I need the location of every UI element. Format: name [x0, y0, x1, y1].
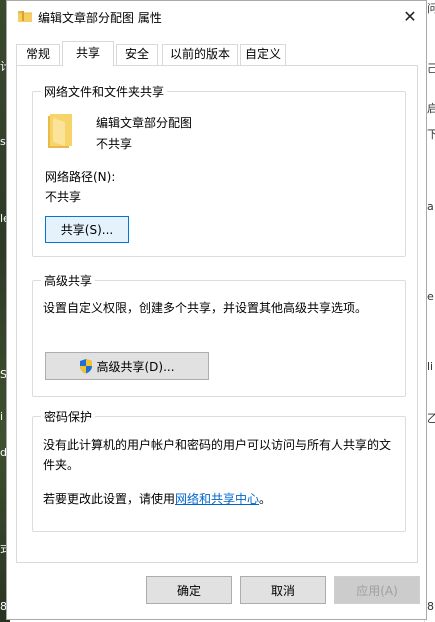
- network-path-value: 不共享: [45, 190, 82, 204]
- group-title: 网络文件和文件夹共享: [41, 83, 168, 100]
- tab-label: 共享: [75, 46, 100, 60]
- group-title: 高级共享: [41, 272, 96, 289]
- password-protection-group: 密码保护 没有此计算机的用户帐户和密码的用户可以访问与所有人共享的文件夹。 若要…: [32, 408, 406, 532]
- advanced-sharing-button-label: 高级共享(D)...: [96, 359, 175, 374]
- ok-button-label: 确定: [176, 583, 201, 598]
- network-path-label: 网络路径(N):: [45, 170, 116, 184]
- tab-general[interactable]: 常规: [16, 44, 60, 65]
- hint-suffix: 。: [259, 492, 272, 506]
- advanced-sharing-group: 高级共享 设置自定义权限，创建多个共享，并设置其他高级共享选项。 高级共享(D)…: [32, 272, 406, 397]
- share-button[interactable]: 共享(S)...: [45, 216, 129, 243]
- tab-label: 常规: [25, 47, 50, 61]
- tab-customize[interactable]: 自定义: [240, 44, 286, 65]
- tab-previous-versions[interactable]: 以前的版本: [162, 44, 238, 65]
- advanced-sharing-description: 设置自定义权限，创建多个共享，并设置其他高级共享选项。: [43, 301, 368, 315]
- tab-security[interactable]: 安全: [116, 44, 158, 65]
- network-sharing-center-link[interactable]: 网络和共享中心: [175, 492, 259, 506]
- ok-button[interactable]: 确定: [146, 576, 232, 604]
- group-title: 密码保护: [41, 408, 96, 425]
- cancel-button[interactable]: 取消: [240, 576, 326, 604]
- tab-label: 安全: [124, 47, 149, 61]
- share-status: 不共享: [96, 137, 133, 151]
- edge-text: e: [427, 290, 434, 303]
- close-button[interactable]: ✕: [394, 1, 426, 32]
- sharing-tab-panel: 网络文件和文件夹共享 编辑文章部分配图 不共享 网络路径(N): 不共享 共享(…: [16, 65, 418, 563]
- properties-dialog: 编辑文章部分配图 属性 ✕ 常规 共享 安全 以前的版本 自定义 网络文件和文件…: [6, 0, 427, 620]
- folder-icon: [45, 112, 75, 150]
- window-title: 编辑文章部分配图 属性: [38, 11, 162, 25]
- password-change-hint: 若要更改此设置，请使用网络和共享中心。: [43, 490, 271, 507]
- edge-text: i: [0, 410, 4, 423]
- password-description: 没有此计算机的用户帐户和密码的用户可以访问与所有人共享的文件夹。: [43, 438, 392, 472]
- title-bar[interactable]: 编辑文章部分配图 属性 ✕: [7, 1, 426, 32]
- network-sharing-group: 网络文件和文件夹共享 编辑文章部分配图 不共享 网络路径(N): 不共享 共享(…: [32, 83, 406, 257]
- tab-label: 自定义: [244, 47, 281, 61]
- edge-text: 问: [427, 2, 435, 15]
- shield-icon: [79, 358, 93, 374]
- edge-text: a: [427, 200, 434, 213]
- apply-button[interactable]: 应用(A): [334, 576, 420, 604]
- folder-icon: [17, 9, 33, 23]
- edge-text: 8: [427, 600, 434, 613]
- close-icon: ✕: [403, 7, 417, 26]
- advanced-sharing-button[interactable]: 高级共享(D)...: [45, 352, 209, 380]
- edge-text: li: [427, 360, 434, 373]
- edge-text: 乙: [427, 412, 435, 425]
- apply-button-label: 应用(A): [356, 583, 398, 598]
- share-button-label: 共享(S)...: [60, 223, 114, 237]
- folder-name: 编辑文章部分配图: [96, 116, 193, 130]
- edge-text: 启: [427, 102, 435, 115]
- hint-prefix: 若要更改此设置，请使用: [43, 492, 176, 506]
- edge-text: 己: [427, 62, 435, 75]
- edge-text: 下: [427, 128, 435, 141]
- tab-sharing[interactable]: 共享: [62, 41, 114, 66]
- cancel-button-label: 取消: [270, 583, 295, 598]
- tab-label: 以前的版本: [169, 47, 230, 61]
